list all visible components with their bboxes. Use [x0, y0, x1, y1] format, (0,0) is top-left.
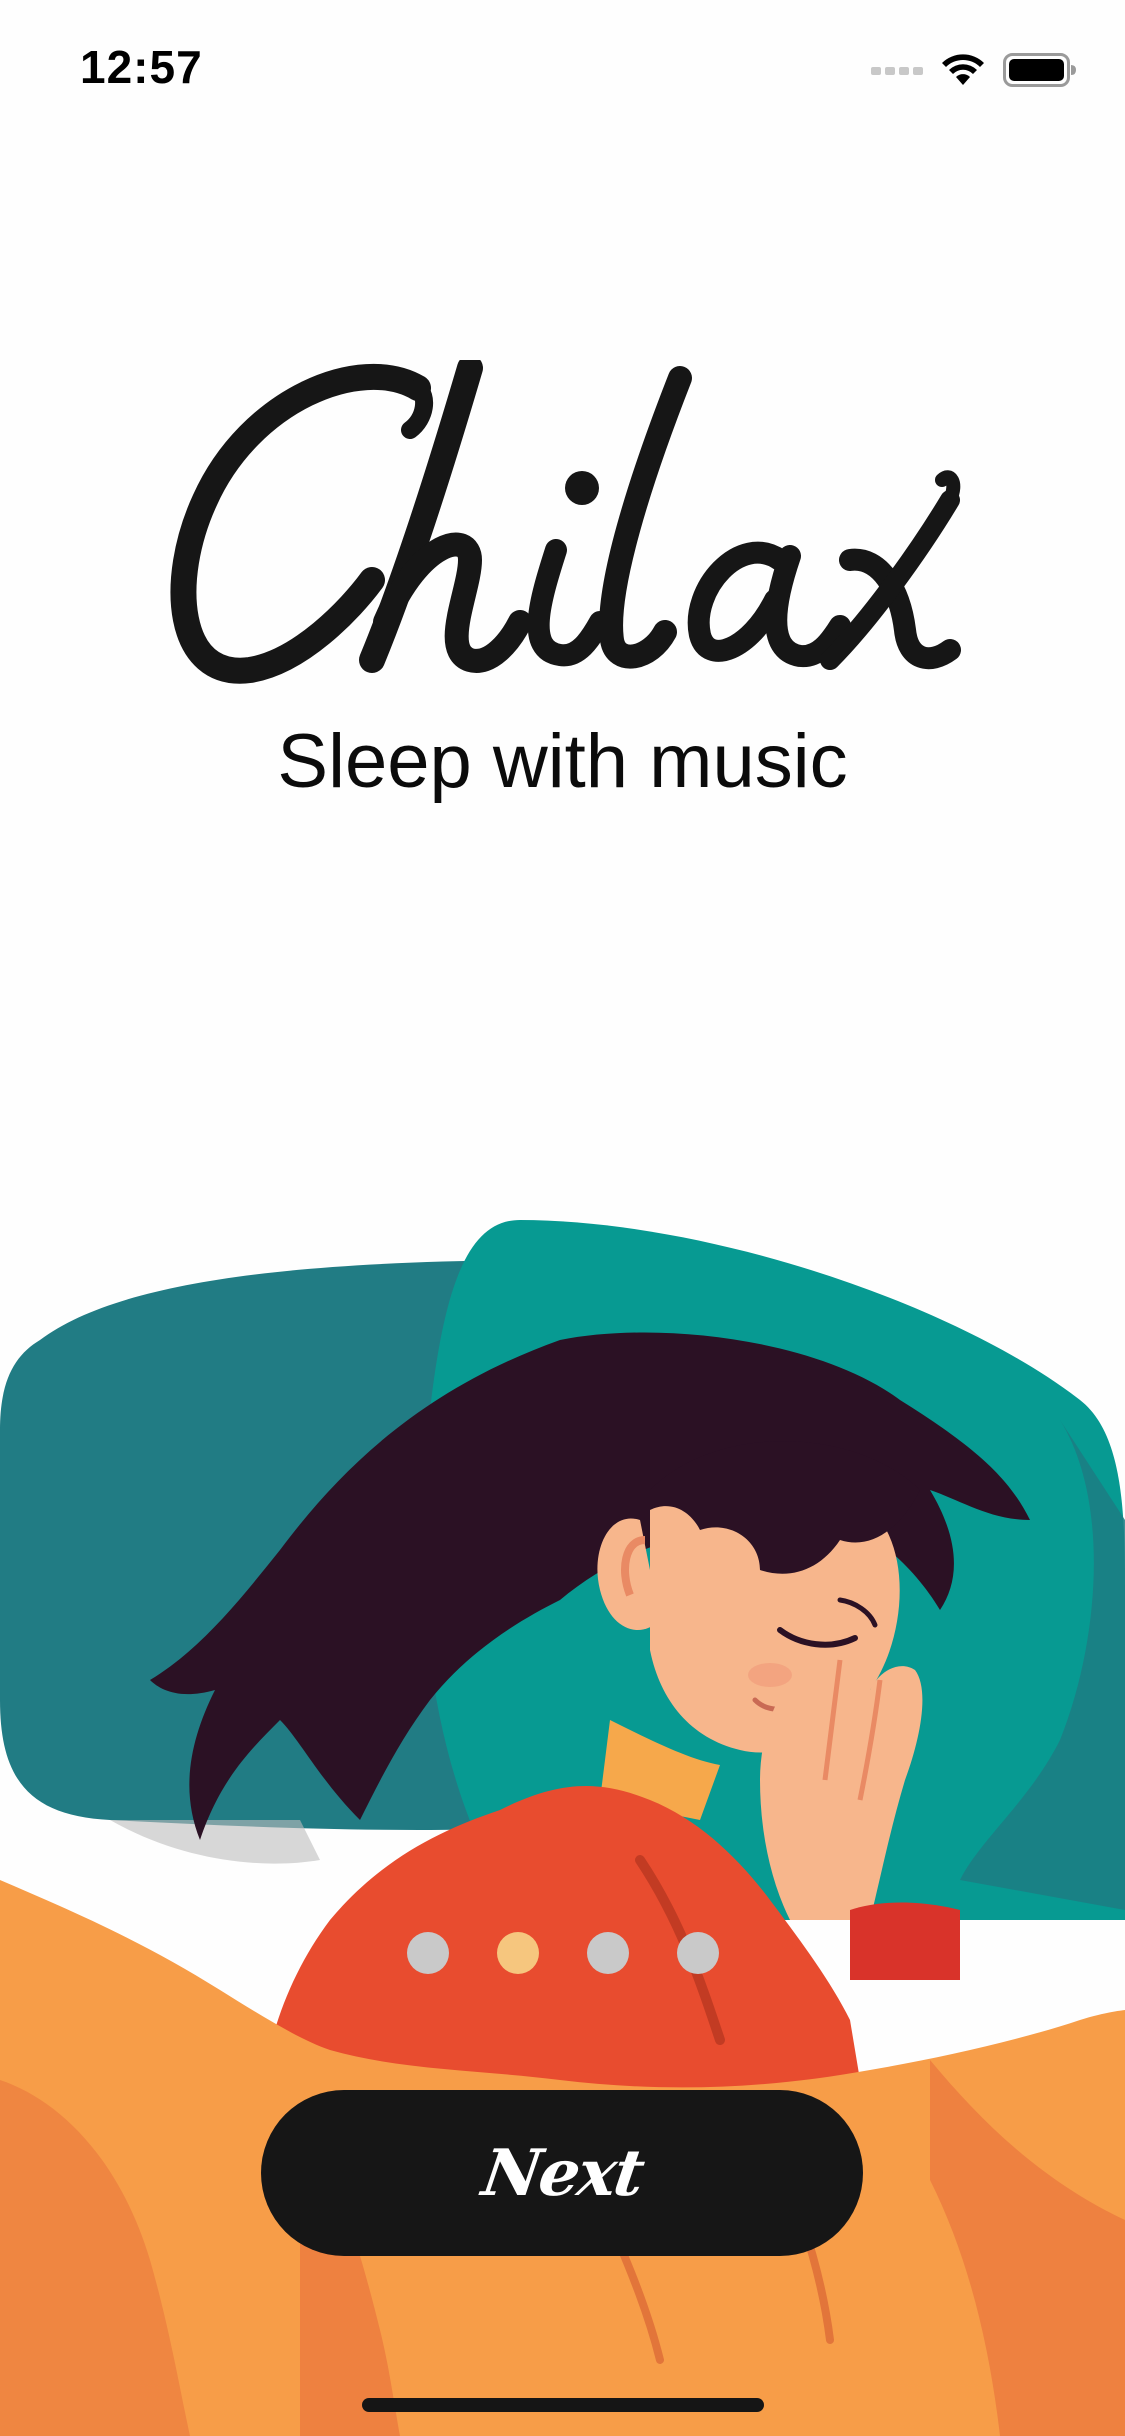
home-indicator[interactable]	[362, 2398, 764, 2412]
battery-icon	[1003, 53, 1076, 87]
status-bar: 12:57	[0, 0, 1125, 140]
onboarding-screen: 12:57 Sleep with music Next	[0, 0, 1125, 2436]
next-button[interactable]: Next	[261, 2090, 863, 2256]
page-dot-2-active[interactable]	[496, 1932, 539, 1974]
status-icons	[871, 48, 1077, 92]
page-dot-4[interactable]	[676, 1932, 719, 1974]
status-time: 12:57	[80, 41, 203, 93]
page-indicator[interactable]	[0, 1932, 1125, 1976]
tagline: Sleep with music	[277, 719, 848, 804]
wifi-icon	[942, 54, 984, 85]
page-dot-3[interactable]	[586, 1932, 629, 1974]
page-dot-1[interactable]	[406, 1932, 449, 1974]
app-logo	[0, 355, 1125, 690]
next-button-label: Next	[477, 2135, 647, 2211]
cellular-signal-icon	[871, 67, 923, 75]
